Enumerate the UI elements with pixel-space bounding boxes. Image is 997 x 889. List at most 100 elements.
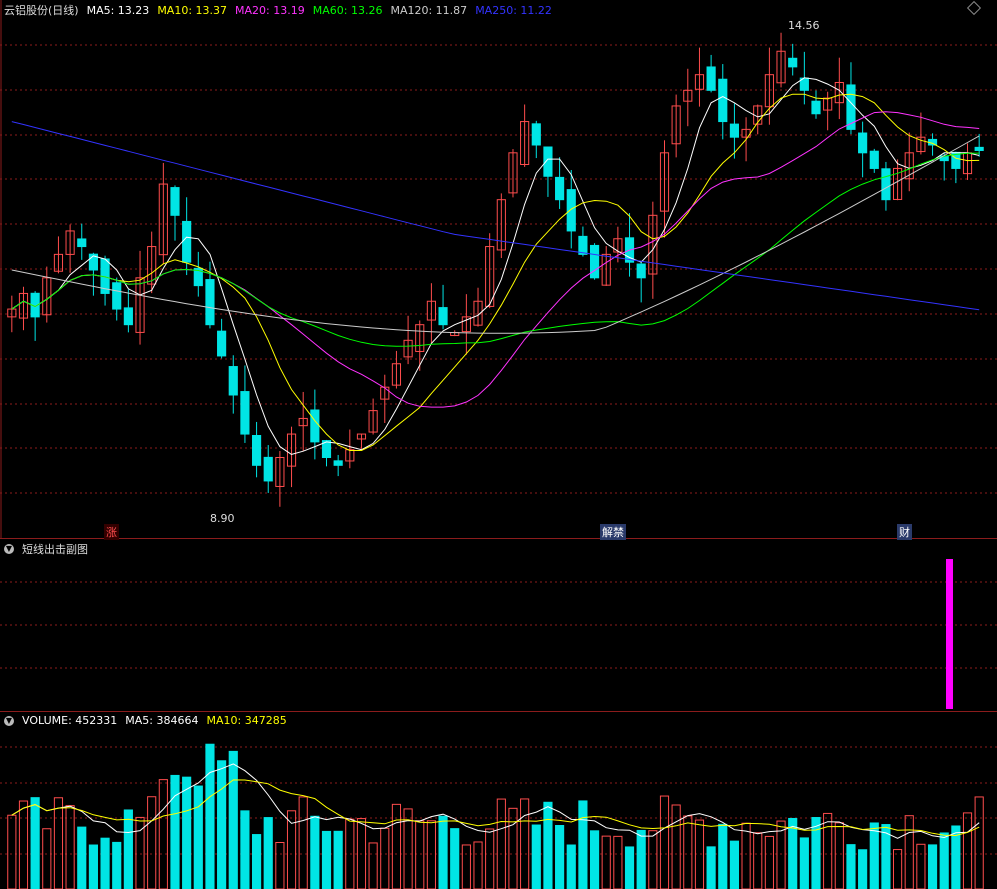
volume-bar xyxy=(391,803,402,889)
volume-bar xyxy=(380,827,390,889)
candle-body xyxy=(263,456,273,482)
volume-bar xyxy=(485,828,495,889)
volume-ma10-line xyxy=(11,779,980,837)
volume-ma10-label: MA10: 347285 xyxy=(206,714,287,727)
volume-bar xyxy=(321,830,332,889)
volume-bar xyxy=(974,796,984,889)
volume-bar xyxy=(415,820,425,889)
candle-body xyxy=(729,123,740,138)
candle-body xyxy=(251,435,262,466)
candle-body xyxy=(438,307,448,326)
volume-bar xyxy=(473,841,483,889)
candle-body xyxy=(228,366,238,396)
candle-body xyxy=(706,66,716,91)
volume-bar xyxy=(77,826,87,889)
ma250-label: MA250: 11.22 xyxy=(475,3,552,17)
candle-body xyxy=(589,244,600,279)
ma10-label: MA10: 13.37 xyxy=(157,3,228,17)
volume-bar xyxy=(147,796,157,889)
volume-bar xyxy=(694,819,705,889)
sub-title: 短线出击副图 xyxy=(22,543,88,556)
candle-body xyxy=(123,307,133,326)
sub-chart xyxy=(0,559,997,709)
volume-bar xyxy=(741,822,751,889)
volume-bar xyxy=(438,815,448,889)
volume-bar xyxy=(496,798,506,889)
candle-body xyxy=(531,123,541,146)
volume-bar xyxy=(904,815,914,889)
price-chart[interactable] xyxy=(0,0,997,538)
volume-bar xyxy=(240,810,250,889)
ma20-line xyxy=(11,111,980,408)
volume-bar xyxy=(648,830,658,889)
candle-body xyxy=(788,57,798,68)
ma20-label: MA20: 13.19 xyxy=(235,3,305,17)
volume-bar xyxy=(764,835,774,889)
volume-bar xyxy=(461,844,471,889)
volume-bar xyxy=(823,812,833,889)
volume-bar xyxy=(333,830,343,889)
volume-bar xyxy=(729,840,740,889)
volume-bar xyxy=(228,750,238,889)
candle-body xyxy=(240,391,250,435)
volume-bar xyxy=(858,849,868,889)
candle-body xyxy=(182,220,192,263)
volume-bar xyxy=(659,795,670,889)
volume-bar xyxy=(182,776,192,889)
ma5-line xyxy=(11,77,980,455)
volume-bar xyxy=(531,824,541,889)
sub-indicator-panel[interactable]: ▼ 短线出击副图 xyxy=(0,539,997,712)
ma120-label: MA120: 11.87 xyxy=(390,3,468,17)
volume-bar xyxy=(508,807,518,889)
volume-bar xyxy=(193,785,203,889)
volume-ma5-label: MA5: 384664 xyxy=(125,714,199,727)
volume-bar xyxy=(962,812,973,889)
volume-bar xyxy=(543,801,553,889)
candle-body xyxy=(543,146,553,177)
volume-bar xyxy=(368,842,378,889)
event-marker-zhang[interactable]: 涨 xyxy=(104,524,119,540)
ma120-line xyxy=(11,135,980,334)
main-header: 云铝股份(日线) MA5: 13.23 MA10: 13.37 MA20: 13… xyxy=(4,2,552,18)
volume-bar xyxy=(53,797,64,889)
candle-body xyxy=(555,176,565,201)
volume-bar xyxy=(298,796,308,889)
candle-body xyxy=(566,189,576,232)
volume-header: ▼ VOLUME: 452331 MA5: 384664 MA10: 34728… xyxy=(4,714,287,727)
volume-bar xyxy=(927,844,938,889)
chevron-down-icon[interactable]: ▼ xyxy=(4,544,14,554)
event-marker-cai[interactable]: 财 xyxy=(897,524,912,540)
ma5-label: MA5: 13.23 xyxy=(86,3,150,17)
candle-body xyxy=(205,279,215,326)
candle-body xyxy=(112,282,122,310)
volume-bar xyxy=(100,837,110,889)
candle-body xyxy=(718,78,728,123)
candle-body xyxy=(858,132,868,154)
candle-body xyxy=(310,409,320,443)
volume-bar xyxy=(706,846,716,889)
volume-bar xyxy=(217,760,227,889)
volume-bar xyxy=(893,849,903,889)
ma10-line xyxy=(11,93,980,451)
volume-bar xyxy=(42,828,52,889)
volume-panel[interactable]: ▼ VOLUME: 452331 MA5: 384664 MA10: 34728… xyxy=(0,712,997,889)
volume-bar xyxy=(939,832,949,889)
volume-bar xyxy=(601,835,611,889)
volume-bar xyxy=(310,815,320,889)
volume-bar xyxy=(566,844,576,889)
chevron-down-icon[interactable]: ▼ xyxy=(4,715,14,726)
main-price-panel[interactable]: 云铝股份(日线) MA5: 13.23 MA10: 13.37 MA20: 13… xyxy=(0,0,997,540)
volume-bar xyxy=(275,842,285,889)
volume-bar xyxy=(112,841,122,889)
volume-label: VOLUME: 452331 xyxy=(22,714,118,727)
volume-bar xyxy=(30,797,40,889)
volume-bar xyxy=(426,820,436,889)
volume-ma5-line xyxy=(11,763,980,839)
volume-bar xyxy=(683,815,693,889)
candle-body xyxy=(333,460,343,466)
volume-bar xyxy=(158,779,168,889)
sub-header: ▼ 短线出击副图 xyxy=(4,541,88,557)
volume-bar xyxy=(799,837,809,889)
event-marker-jiejin[interactable]: 解禁 xyxy=(600,524,626,540)
volume-chart xyxy=(0,743,997,889)
